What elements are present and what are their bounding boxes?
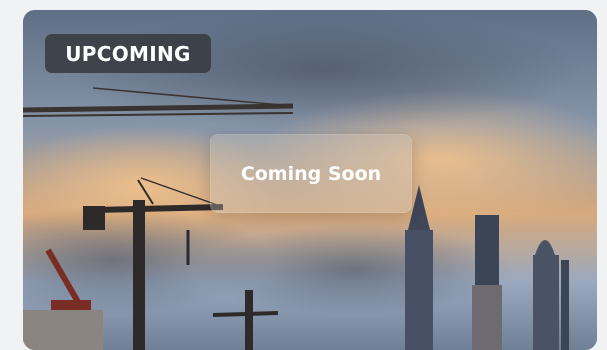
upcoming-badge: UPCOMING (45, 34, 211, 73)
coming-soon-overlay: Coming Soon (210, 134, 412, 213)
upcoming-project-card[interactable]: UPCOMING Coming Soon (23, 10, 597, 350)
